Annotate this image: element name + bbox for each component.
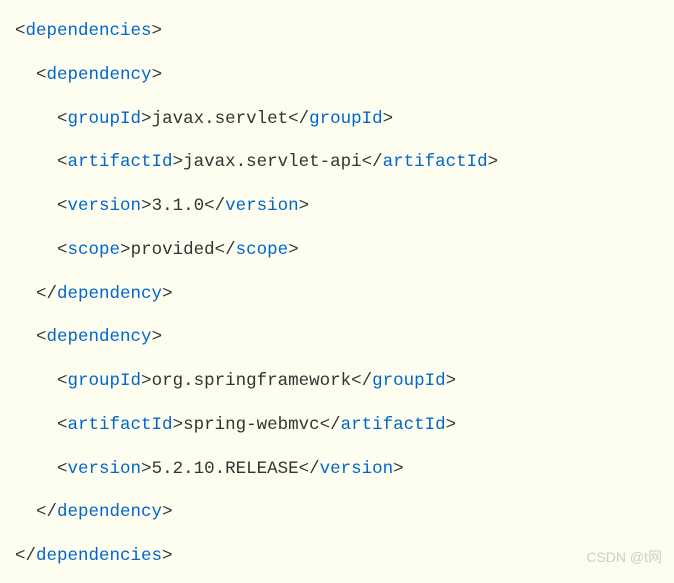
xml-bracket: < xyxy=(36,327,47,347)
xml-bracket: </ xyxy=(215,240,236,260)
xml-tag-name: dependencies xyxy=(26,21,152,41)
code-line: <dependency> xyxy=(15,54,664,98)
xml-bracket: > xyxy=(173,152,184,172)
xml-bracket: </ xyxy=(351,371,372,391)
xml-bracket: < xyxy=(57,109,68,129)
xml-bracket: </ xyxy=(320,415,341,435)
xml-bracket: > xyxy=(446,415,457,435)
watermark-text: CSDN @t网 xyxy=(586,540,662,575)
xml-bracket: > xyxy=(152,21,163,41)
xml-tag-name: scope xyxy=(236,240,289,260)
code-line: </dependency> xyxy=(15,491,664,535)
xml-text-content: javax.servlet xyxy=(152,109,289,129)
xml-text-content: provided xyxy=(131,240,215,260)
xml-bracket: > xyxy=(141,196,152,216)
xml-bracket: < xyxy=(36,65,47,85)
xml-text-content: 5.2.10.RELEASE xyxy=(152,459,299,479)
xml-tag-name: groupId xyxy=(309,109,383,129)
code-line: <dependency> xyxy=(15,316,664,360)
code-line: </dependency> xyxy=(15,273,664,317)
xml-bracket: > xyxy=(173,415,184,435)
xml-bracket: > xyxy=(383,109,394,129)
xml-tag-name: dependency xyxy=(57,502,162,522)
xml-tag-name: groupId xyxy=(68,371,142,391)
xml-text-content: org.springframework xyxy=(152,371,352,391)
xml-bracket: < xyxy=(15,21,26,41)
xml-bracket: > xyxy=(141,109,152,129)
xml-bracket: > xyxy=(141,459,152,479)
xml-bracket: < xyxy=(57,459,68,479)
xml-bracket: </ xyxy=(288,109,309,129)
xml-text-content: javax.servlet-api xyxy=(183,152,362,172)
xml-bracket: > xyxy=(488,152,499,172)
xml-bracket: < xyxy=(57,371,68,391)
xml-text-content: spring-webmvc xyxy=(183,415,320,435)
xml-tag-name: dependency xyxy=(57,284,162,304)
xml-bracket: > xyxy=(162,284,173,304)
xml-tag-name: dependency xyxy=(47,65,152,85)
xml-tag-name: artifactId xyxy=(68,415,173,435)
xml-bracket: < xyxy=(57,152,68,172)
xml-tag-name: version xyxy=(225,196,299,216)
xml-bracket: > xyxy=(162,546,173,566)
xml-bracket: </ xyxy=(36,502,57,522)
xml-bracket: > xyxy=(162,502,173,522)
xml-bracket: < xyxy=(57,196,68,216)
xml-bracket: < xyxy=(57,415,68,435)
xml-bracket: > xyxy=(120,240,131,260)
xml-tag-name: version xyxy=(320,459,394,479)
xml-tag-name: version xyxy=(68,196,142,216)
xml-tag-name: scope xyxy=(68,240,121,260)
code-line: <dependencies> xyxy=(15,10,664,54)
xml-tag-name: groupId xyxy=(372,371,446,391)
xml-bracket: > xyxy=(299,196,310,216)
xml-bracket: > xyxy=(393,459,404,479)
xml-tag-name: version xyxy=(68,459,142,479)
xml-text-content: 3.1.0 xyxy=(152,196,205,216)
xml-tag-name: dependencies xyxy=(36,546,162,566)
xml-tag-name: artifactId xyxy=(68,152,173,172)
xml-bracket: </ xyxy=(36,284,57,304)
xml-bracket: > xyxy=(152,327,163,347)
code-line: <artifactId>spring-webmvc</artifactId> xyxy=(15,404,664,448)
xml-tag-name: artifactId xyxy=(383,152,488,172)
code-line: <version>5.2.10.RELEASE</version> xyxy=(15,448,664,492)
xml-tag-name: dependency xyxy=(47,327,152,347)
xml-bracket: > xyxy=(141,371,152,391)
xml-bracket: > xyxy=(446,371,457,391)
xml-bracket: </ xyxy=(299,459,320,479)
xml-bracket: > xyxy=(152,65,163,85)
xml-bracket: > xyxy=(288,240,299,260)
xml-bracket: < xyxy=(57,240,68,260)
code-block: <dependencies> <dependency> <groupId>jav… xyxy=(15,10,664,579)
xml-bracket: </ xyxy=(15,546,36,566)
code-line: <groupId>org.springframework</groupId> xyxy=(15,360,664,404)
code-line: <scope>provided</scope> xyxy=(15,229,664,273)
code-line: <artifactId>javax.servlet-api</artifactI… xyxy=(15,141,664,185)
xml-bracket: </ xyxy=(204,196,225,216)
code-line: <groupId>javax.servlet</groupId> xyxy=(15,98,664,142)
code-line: </dependencies> xyxy=(15,535,664,579)
xml-bracket: </ xyxy=(362,152,383,172)
xml-tag-name: groupId xyxy=(68,109,142,129)
code-line: <version>3.1.0</version> xyxy=(15,185,664,229)
xml-tag-name: artifactId xyxy=(341,415,446,435)
